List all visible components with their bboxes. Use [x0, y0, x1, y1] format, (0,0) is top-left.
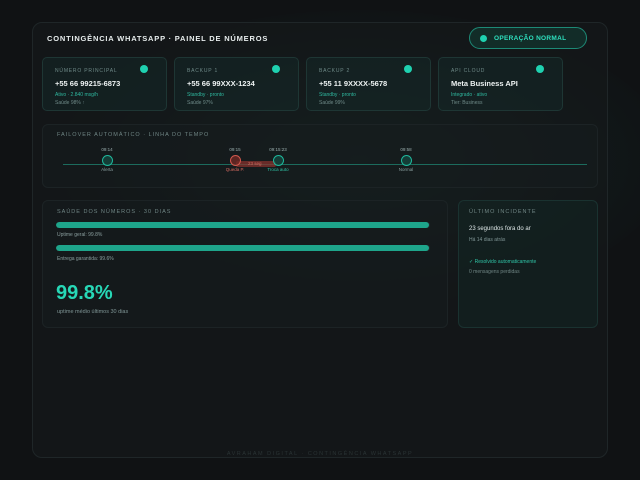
card-number: Meta Business API: [451, 79, 518, 88]
event-label: Queda P.: [225, 167, 245, 172]
uptime-caption: uptime médio últimos 30 dias: [57, 309, 129, 315]
card-status: Standby · pronto: [187, 92, 224, 98]
event-time: 09:15:23: [269, 147, 287, 152]
event-label: Alerta: [101, 167, 113, 172]
card-api-cloud[interactable]: API CLOUD Meta Business API Integrado · …: [438, 57, 563, 111]
uptime-progress-fill: [56, 222, 430, 228]
online-dot-icon: [272, 65, 280, 73]
delivery-label: Entrega garantida: 99.6%: [57, 256, 114, 262]
card-health: Saúde 97%: [187, 100, 213, 106]
event-time: 09:14: [101, 147, 113, 152]
footer-brand: AVRAHAM DIGITAL · CONTINGÊNCIA WHATSAPP: [226, 451, 414, 457]
card-health: Saúde 99%: [319, 100, 345, 106]
timeline-event-alert[interactable]: 09:14 Alerta: [87, 147, 127, 172]
uptime-label: Uptime geral: 99.8%: [57, 232, 103, 238]
card-number: +55 11 9XXXX-5678: [319, 79, 388, 88]
status-text: OPERAÇÃO NORMAL: [494, 34, 567, 42]
health-panel: SAÚDE DOS NÚMEROS · 30 DIAS Uptime geral…: [42, 200, 448, 328]
incident-messages-lost: 0 mensagens perdidas: [469, 269, 520, 275]
event-marker-icon: [101, 155, 113, 166]
online-dot-icon: [536, 65, 544, 73]
last-incident-panel: ÚLTIMO INCIDENTE 23 segundos fora do ar …: [458, 200, 598, 328]
failover-timeline: FAILOVER AUTOMÁTICO · LINHA DO TEMPO 23 …: [42, 124, 598, 188]
event-marker-icon: [400, 155, 412, 166]
card-status: Ativo · 2.840 msg/h: [55, 92, 99, 98]
status-badge: OPERAÇÃO NORMAL: [469, 27, 587, 49]
health-title: SAÚDE DOS NÚMEROS · 30 DIAS: [57, 209, 172, 215]
timeline-axis: [63, 164, 587, 165]
delivery-progress-fill: [56, 245, 429, 251]
timeline-event-outage[interactable]: 09:15 Queda P.: [215, 147, 255, 172]
event-time: 09:15: [229, 147, 241, 152]
card-backup-1[interactable]: BACKUP 1 +55 66 99XXX-1234 Standby · pro…: [174, 57, 299, 111]
incident-resolved: ✓ Resolvido automaticamente: [469, 259, 537, 265]
card-backup-2[interactable]: BACKUP 2 +55 11 9XXXX-5678 Standby · pro…: [306, 57, 431, 111]
online-dot-icon: [404, 65, 412, 73]
event-marker-icon: [229, 155, 241, 166]
incident-title: ÚLTIMO INCIDENTE: [469, 209, 537, 215]
uptime-progress-bar: [56, 222, 430, 228]
card-primary-number[interactable]: NÚMERO PRINCIPAL +55 66 99215-6873 Ativo…: [42, 57, 167, 111]
incident-duration: 23 segundos fora do ar: [469, 226, 531, 232]
card-health: Saúde 98% ↑: [55, 100, 85, 106]
event-time: 09:58: [400, 147, 412, 152]
delivery-progress-bar: [56, 245, 430, 251]
timeline-event-switch[interactable]: 09:15:23 Troca auto: [258, 147, 298, 172]
card-number: +55 66 99XXX-1234: [187, 79, 255, 88]
card-health: Tier: Business: [451, 100, 483, 106]
event-marker-icon: [272, 155, 284, 166]
card-number: +55 66 99215-6873: [55, 79, 121, 88]
timeline-event-normal[interactable]: 09:58 Normal: [386, 147, 426, 172]
uptime-big-value: 99.8%: [56, 282, 113, 304]
incident-time-ago: Há 14 dias atrás: [469, 237, 506, 243]
card-status: Integrado · ativo: [451, 92, 488, 98]
timeline-title: FAILOVER AUTOMÁTICO · LINHA DO TEMPO: [57, 132, 210, 138]
online-dot-icon: [140, 65, 148, 73]
event-label: Troca auto: [267, 167, 289, 172]
card-status: Standby · pronto: [319, 92, 356, 98]
event-label: Normal: [398, 167, 414, 172]
page-title: CONTINGÊNCIA WHATSAPP · PAINEL DE NÚMERO…: [47, 34, 269, 43]
status-dot-icon: [480, 34, 487, 42]
